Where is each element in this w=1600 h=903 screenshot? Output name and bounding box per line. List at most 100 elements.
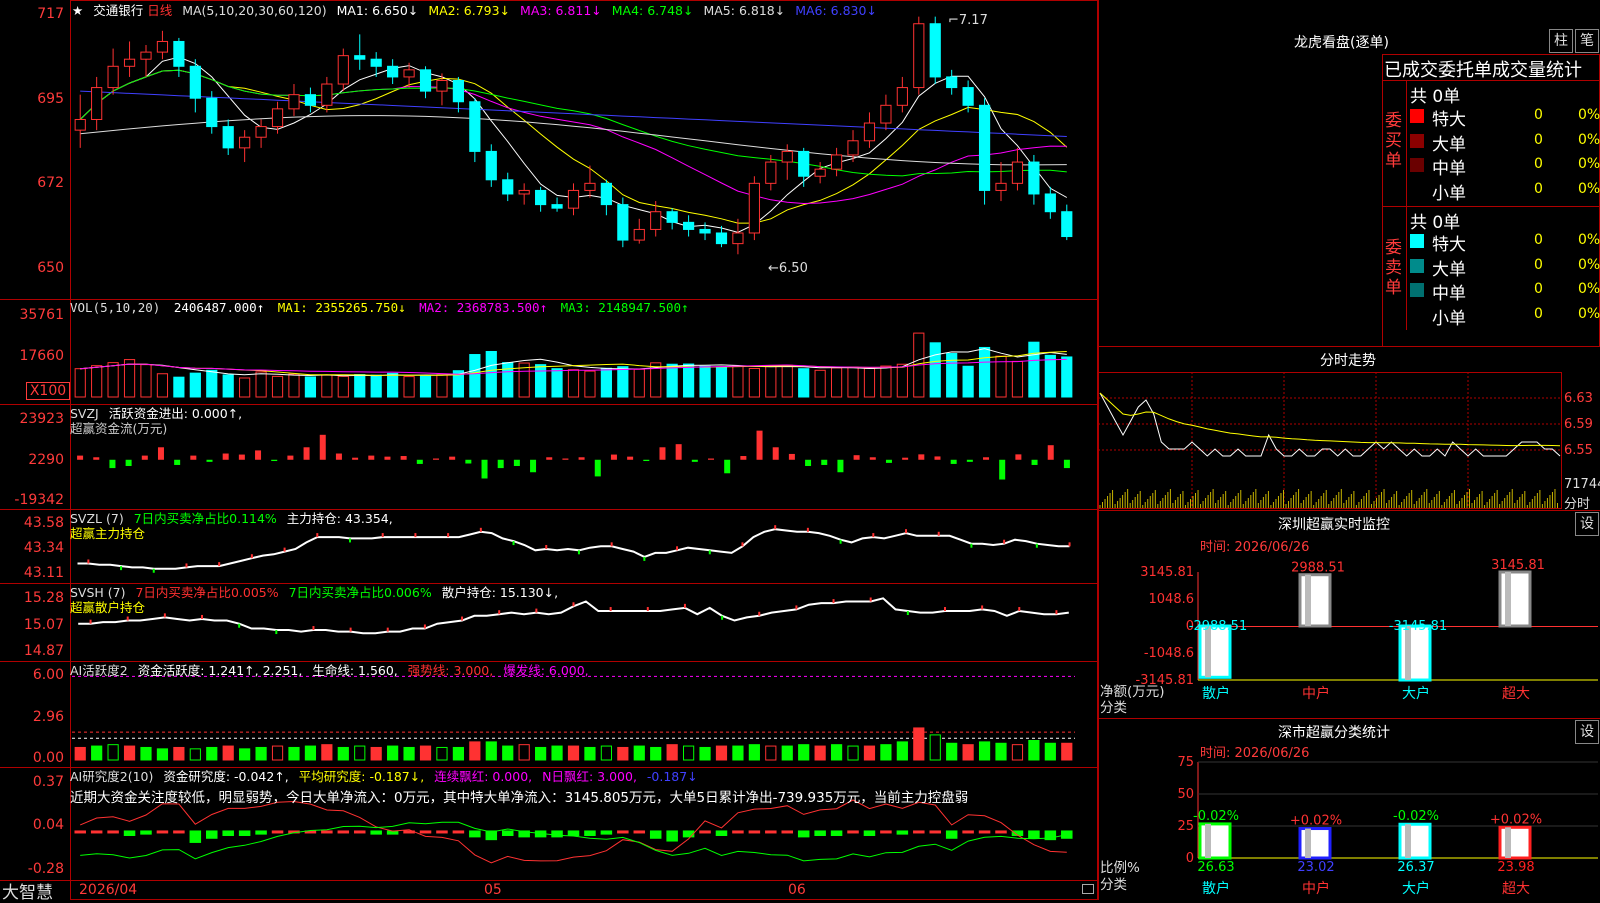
- research-bar: [732, 830, 744, 834]
- volume-bar: [830, 367, 843, 398]
- activity-bar: [896, 741, 908, 761]
- order-pct-2: 0%: [1578, 156, 1600, 172]
- activity-bar: [304, 745, 317, 761]
- ai2-n-red: N日飘红: 3.000,: [542, 769, 637, 784]
- tick-mode-button[interactable]: 笔: [1575, 29, 1599, 53]
- volume-bar: [387, 372, 399, 398]
- fund-flow-bar: [983, 457, 990, 460]
- stats-axis-cat: 分类: [1100, 877, 1127, 893]
- fund-flow-bar: [449, 456, 456, 460]
- activity-bar: [436, 746, 448, 761]
- fund-flow-bar: [465, 459, 472, 464]
- activity-bar: [222, 745, 234, 761]
- fund-flow-bar: [206, 459, 213, 462]
- main-tick-2: 672: [37, 175, 64, 191]
- candle-body: [1044, 193, 1056, 213]
- fund-flow-bar: [756, 430, 763, 460]
- research-bar: [337, 830, 350, 834]
- tab-filled[interactable]: 已成交: [1384, 60, 1438, 81]
- candle-body: [584, 182, 596, 191]
- fund-flow-bar: [1015, 454, 1022, 460]
- candle-body: [271, 108, 284, 128]
- fund-flow-bar: [368, 455, 375, 460]
- fund-flow-bar: [513, 459, 520, 467]
- right-panel: 3145.81 1048.6 0 -1048.6 -3145.81 -2988.51 散户 2…: [1098, 0, 1600, 900]
- fund-flow-bar: [691, 459, 698, 462]
- fund-flow-bar: [772, 447, 779, 460]
- volume-bar: [567, 369, 580, 398]
- ai2-tail: -0.187↓: [646, 769, 698, 784]
- order-count-3: 0: [1534, 180, 1543, 197]
- volume-bar: [123, 359, 136, 398]
- activity-bar: [387, 745, 399, 761]
- stats-bar-shade: [1405, 824, 1411, 858]
- monitor-bar-shade: [1405, 626, 1411, 680]
- ai1-label: AI活跃度2: [70, 663, 128, 678]
- activity-bar: [1061, 742, 1073, 761]
- candle-body: [814, 168, 826, 177]
- candle-body: [74, 118, 86, 131]
- research-bar: [452, 830, 465, 834]
- main-chart-area[interactable]: ★ 交通银行 日线 MA(5,10,20,30,60,120) MA1: 6.6…: [0, 0, 1098, 903]
- research-bar: [189, 830, 202, 843]
- chart-canvas[interactable]: [0, 0, 1098, 900]
- research-bar: [880, 830, 892, 834]
- volume-bar: [436, 374, 448, 398]
- volume-bar: [107, 362, 119, 398]
- fund-flow-bar: [805, 459, 812, 467]
- color-swatch: [1410, 234, 1424, 248]
- lock-icon[interactable]: [1082, 884, 1094, 894]
- tab-volume-stats[interactable]: 成交量统计: [1492, 60, 1582, 81]
- candle-body: [1028, 161, 1040, 195]
- fenshi-footer: 分时: [1564, 497, 1591, 512]
- stats-change-label: -0.02%: [1193, 809, 1239, 824]
- monitor-settings-button[interactable]: 设: [1575, 512, 1599, 536]
- fund-flow-bar: [885, 459, 892, 463]
- volume-bar: [880, 365, 892, 398]
- vol-unit[interactable]: X100: [26, 382, 70, 400]
- stats-category: 超大: [1502, 881, 1530, 897]
- right-panel-canvas: 3145.81 1048.6 0 -1048.6 -3145.81 -2988.51 散户 2…: [1098, 0, 1600, 900]
- research-bar: [863, 830, 876, 836]
- ai2-research: 资金研究度: -0.042↑,: [163, 769, 289, 784]
- volume-bar: [502, 362, 514, 398]
- fund-flow-bar: [659, 447, 666, 460]
- activity-bar: [765, 745, 777, 761]
- stats-value-label: 23.02: [1297, 860, 1334, 875]
- bar-mode-button[interactable]: 柱: [1549, 29, 1573, 53]
- volume-bar: [469, 354, 481, 398]
- volume-bar: [962, 365, 974, 398]
- activity-bar: [156, 748, 169, 761]
- fund-flow-bar: [562, 458, 569, 460]
- stats-change-label: +0.02%: [1490, 812, 1542, 827]
- research-bar: [107, 830, 119, 834]
- fund-flow-bar: [255, 450, 262, 460]
- order-type-3: 小单: [1432, 308, 1466, 329]
- stats-category: 散户: [1202, 880, 1230, 897]
- tab-orders[interactable]: 委托单: [1438, 60, 1492, 81]
- research-bar: [123, 830, 136, 836]
- activity-bar: [863, 745, 876, 761]
- fund-flow-bar: [400, 456, 407, 460]
- candle-body: [354, 55, 366, 60]
- favorite-star-icon[interactable]: ★: [72, 3, 83, 18]
- activity-bar: [913, 727, 925, 761]
- activity-bar: [946, 742, 958, 761]
- ai2-average: 平均研究度: -0.187↓,: [298, 769, 425, 784]
- period-label[interactable]: 日线: [147, 3, 172, 18]
- fund-flow-bar: [999, 459, 1006, 480]
- research-bar: [600, 830, 613, 835]
- fund-flow-bar: [918, 454, 925, 460]
- activity-bar: [567, 745, 580, 761]
- fund-flow-bar: [335, 453, 342, 460]
- monitor-title: 深圳超赢实时监控: [1278, 517, 1390, 533]
- activity-bar: [650, 746, 662, 761]
- activity-bar: [123, 745, 136, 761]
- volume-bar: [1044, 354, 1056, 398]
- svzj-tick-2: -19342: [14, 492, 64, 508]
- stats-value-label: 23.98: [1497, 860, 1534, 875]
- svzj-subtitle: 超赢资金流(万元): [70, 421, 168, 436]
- monitor-bar: [1298, 573, 1332, 628]
- order-pct-3: 0%: [1578, 180, 1600, 197]
- stats-settings-button[interactable]: 设: [1575, 720, 1599, 744]
